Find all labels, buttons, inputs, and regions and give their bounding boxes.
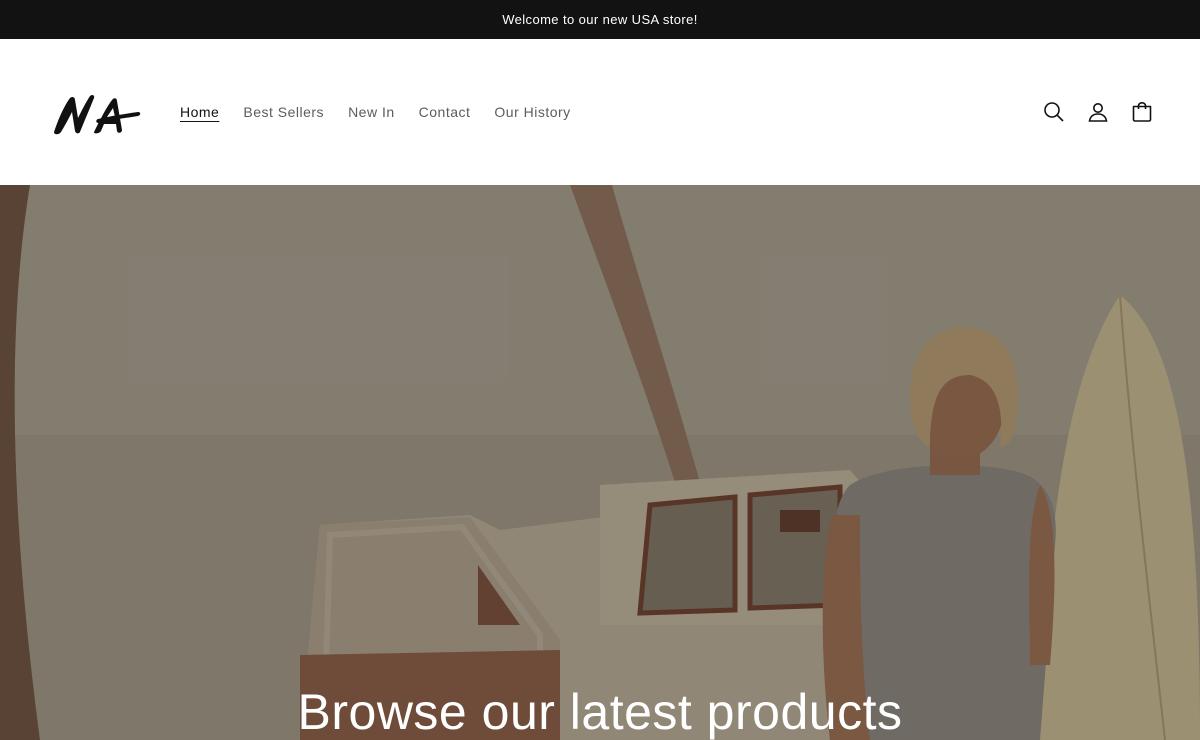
hero-heading: Browse our latest products — [297, 684, 903, 740]
search-icon — [1044, 102, 1064, 122]
brand-logo — [54, 94, 141, 135]
main-nav: Home Best Sellers New In Contact Our His… — [180, 104, 595, 120]
hero-banner: Browse our latest products — [0, 185, 1200, 740]
account-icon — [1088, 103, 1108, 122]
header-icons — [1042, 39, 1154, 185]
nav-item-new-in[interactable]: New In — [348, 104, 395, 120]
nav-item-contact[interactable]: Contact — [419, 104, 471, 120]
logo-link[interactable] — [50, 88, 180, 136]
cart-icon — [1132, 101, 1152, 122]
hero-overlay — [0, 185, 1200, 740]
nav-item-best-sellers[interactable]: Best Sellers — [243, 104, 324, 120]
search-button[interactable] — [1042, 100, 1066, 124]
site-header: Home Best Sellers New In Contact Our His… — [0, 39, 1200, 185]
nav-item-our-history[interactable]: Our History — [494, 104, 570, 120]
account-button[interactable] — [1086, 100, 1110, 124]
nav-item-home[interactable]: Home — [180, 104, 219, 120]
announcement-text: Welcome to our new USA store! — [502, 12, 698, 27]
cart-button[interactable] — [1130, 100, 1154, 124]
announcement-bar: Welcome to our new USA store! — [0, 0, 1200, 39]
